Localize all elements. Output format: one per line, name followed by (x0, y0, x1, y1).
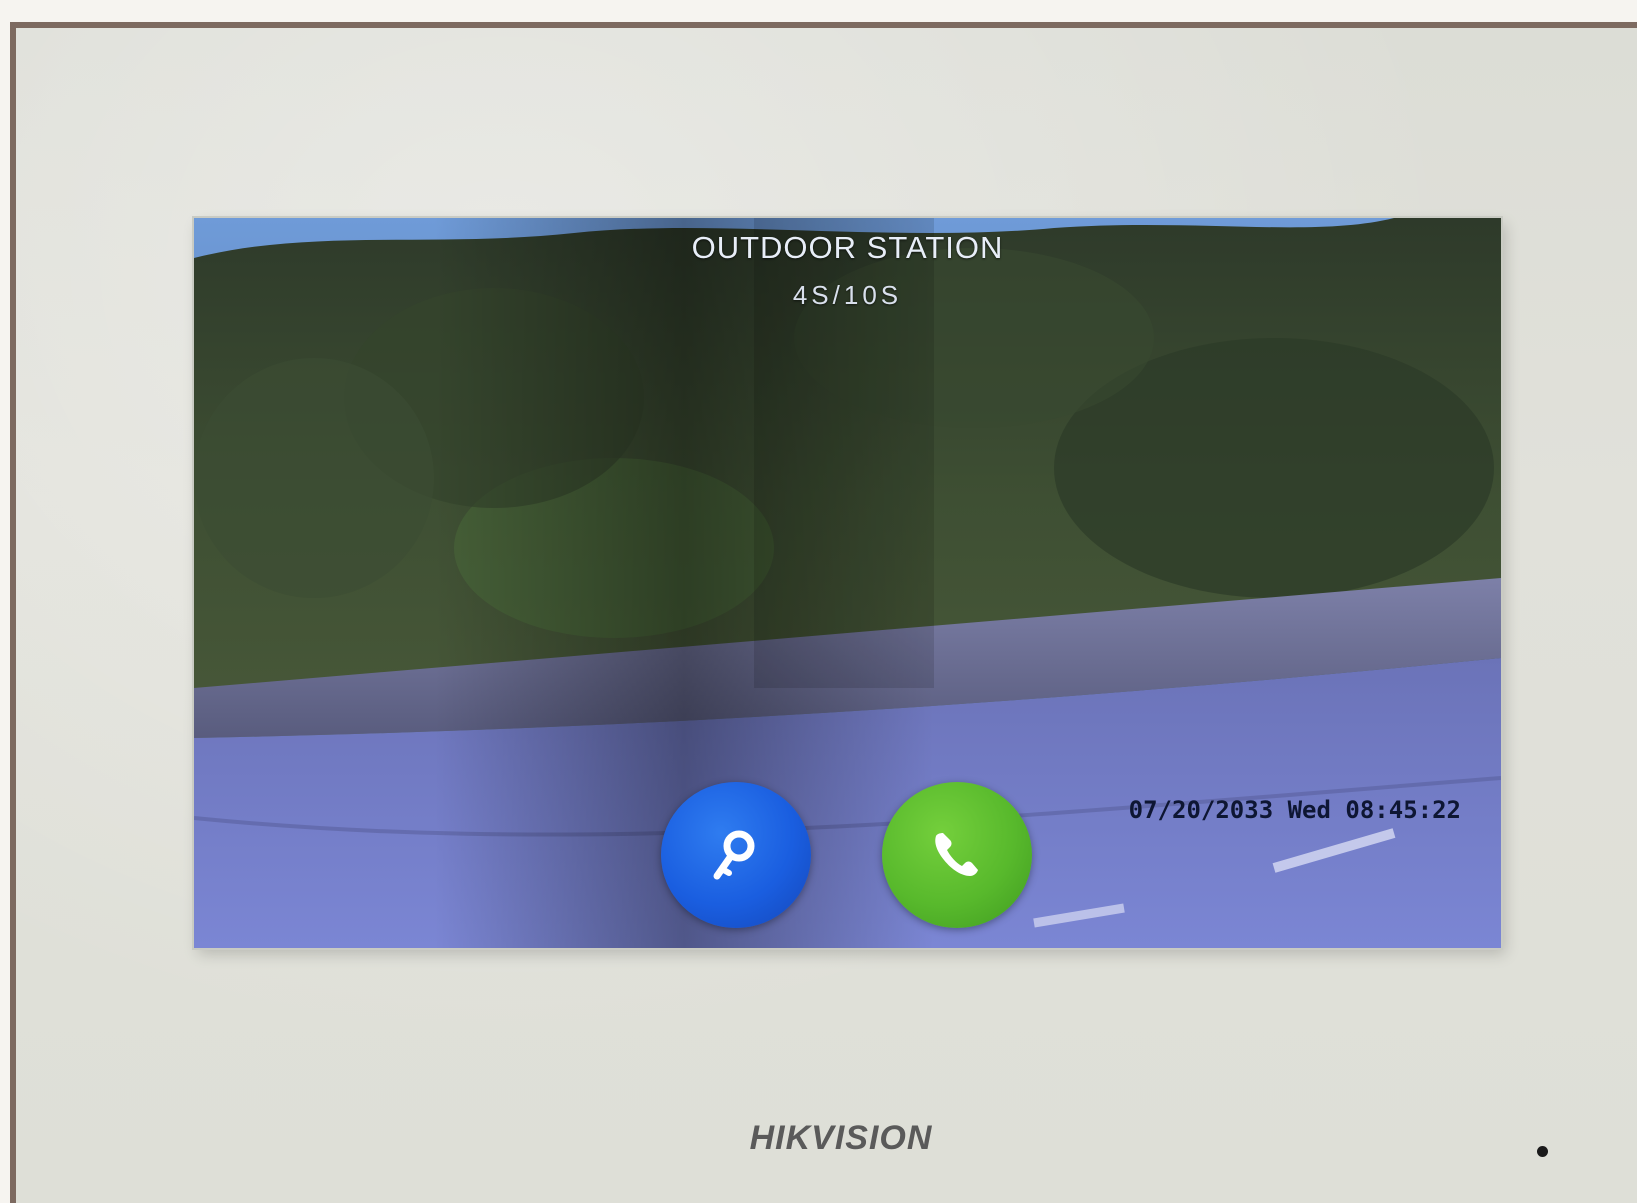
answer-call-button[interactable] (882, 782, 1032, 928)
hikvision-logo: HIKVISION (750, 1119, 933, 1157)
call-timer: 4S/10S (792, 280, 903, 310)
unlock-button[interactable] (661, 782, 811, 928)
phone-icon (935, 833, 978, 876)
camera-feed (194, 218, 1501, 948)
datetime-display: 07/20/2033 Wed 08:45:22 (1128, 796, 1461, 824)
intercom-screen: OUTDOOR STATION 4S/10S 07/20/2033 Wed 08… (194, 218, 1501, 948)
intercom-device: OUTDOOR STATION 4S/10S 07/20/2033 Wed 08… (10, 22, 1637, 1203)
status-led (1537, 1146, 1548, 1157)
caller-title: OUTDOOR STATION (691, 230, 1004, 265)
key-icon (713, 830, 755, 880)
svg-text:HIKVISION: HIKVISION (750, 1119, 933, 1157)
